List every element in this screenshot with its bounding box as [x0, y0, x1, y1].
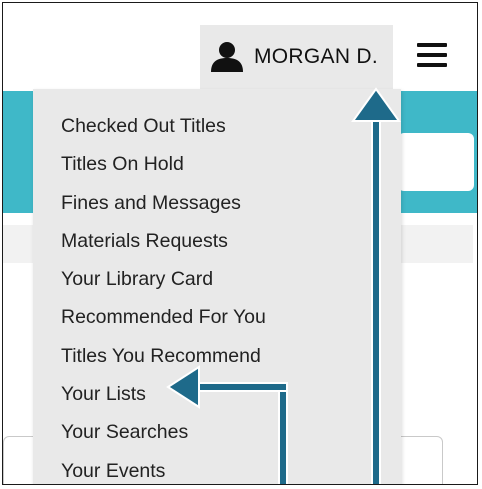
annotation-arrows	[166, 87, 401, 484]
screenshot-frame: MORGAN D. Checked Out Titles Titles On H…	[2, 2, 478, 485]
arrow-to-account-button	[351, 87, 401, 484]
arrow-to-your-lists	[166, 365, 288, 484]
